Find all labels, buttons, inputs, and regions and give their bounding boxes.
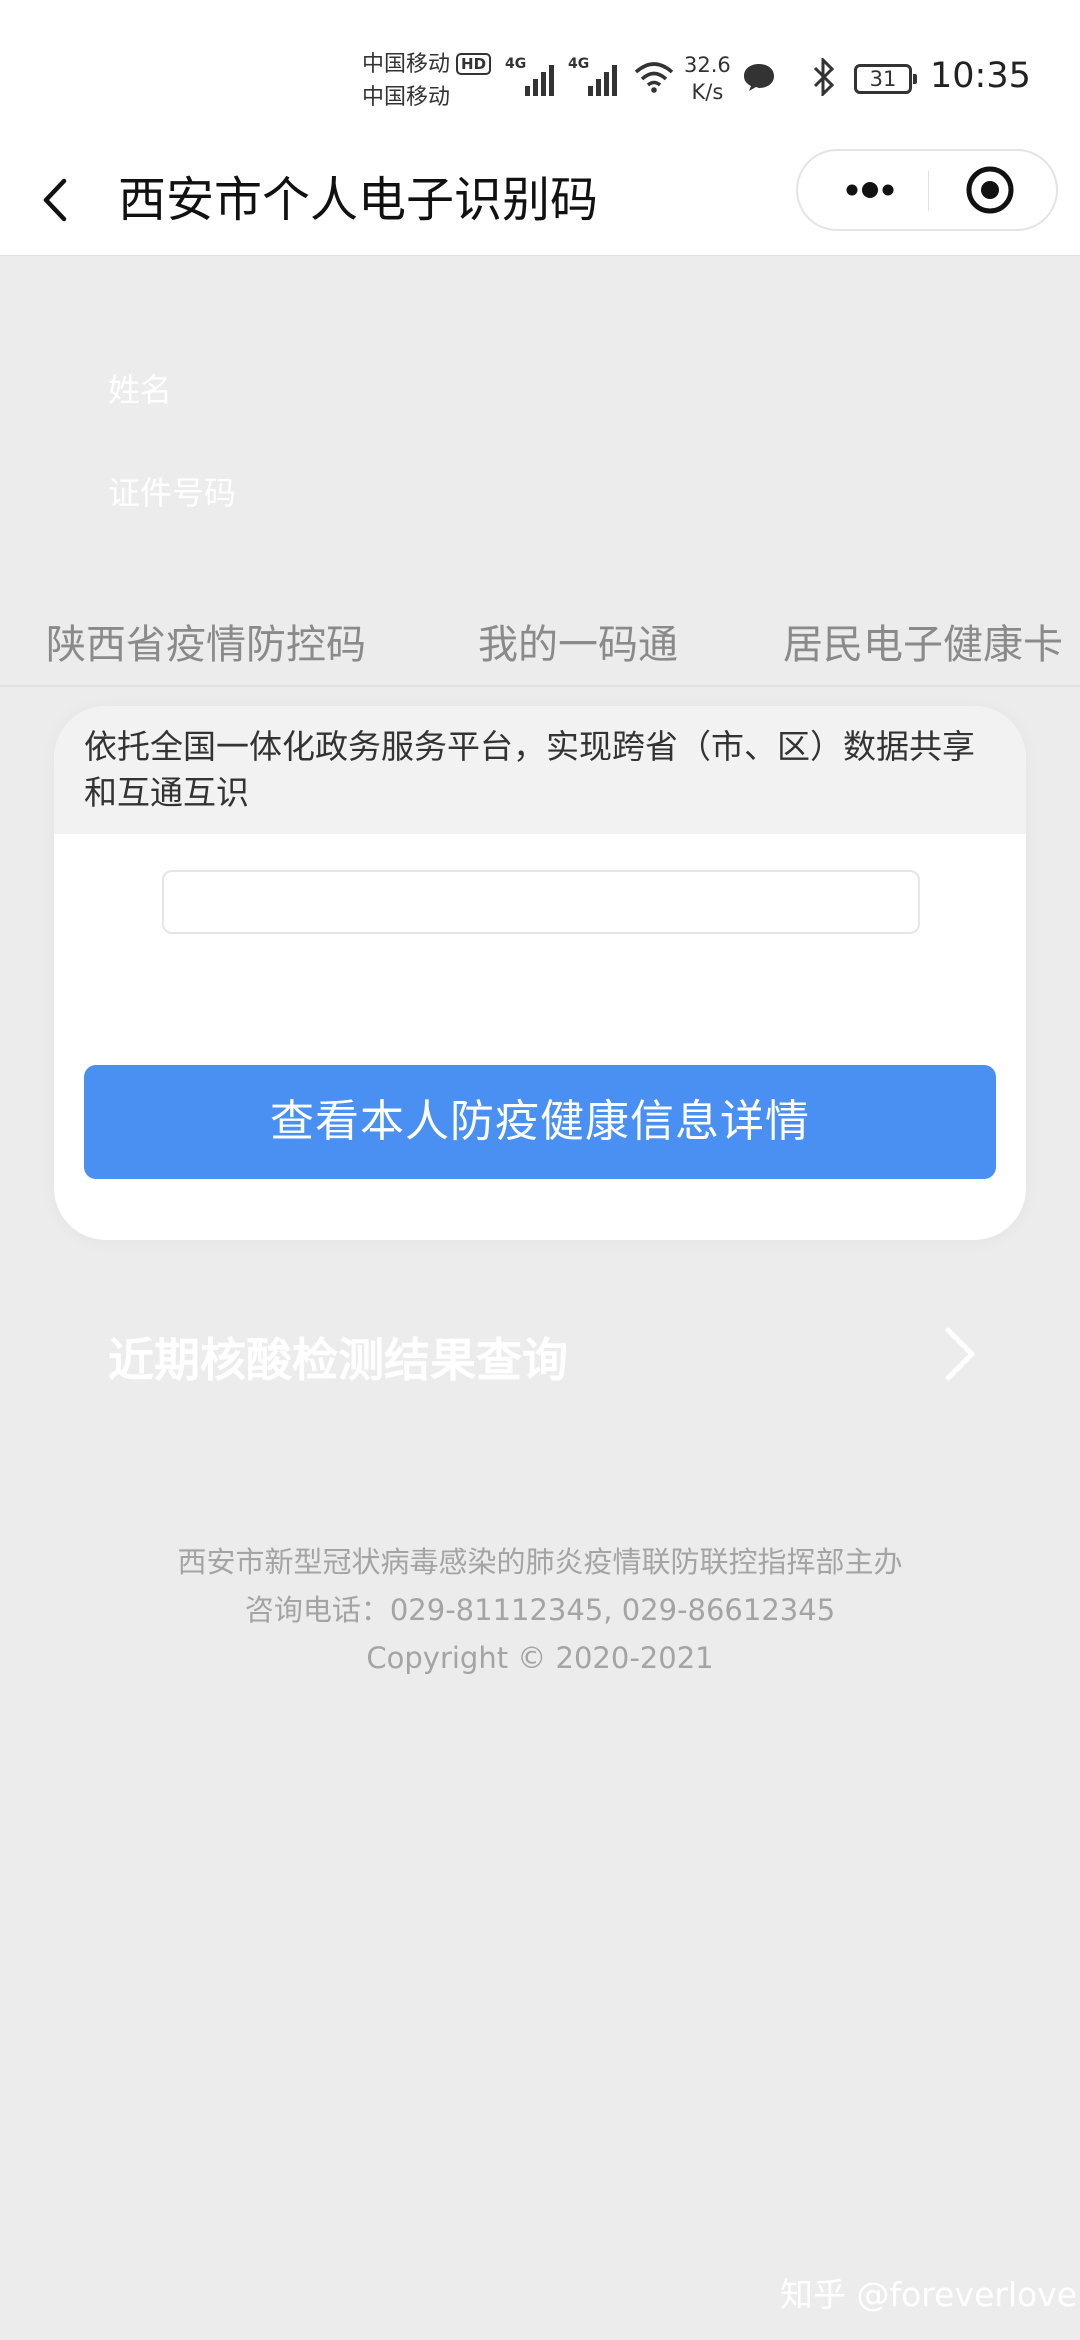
network-speed: 32.6 K/s — [684, 52, 731, 106]
code-display-box — [162, 870, 920, 934]
card-note-text: 依托全国一体化政务服务平台，实现跨省（市、区）数据共享和互通互识 — [84, 727, 975, 812]
wifi-icon — [634, 62, 674, 93]
hd-badge: HD — [456, 53, 492, 75]
carrier-info: 中国移动 HD 中国移动 — [362, 48, 492, 114]
view-health-details-button[interactable]: 查看本人防疫健康信息详情 — [84, 1065, 996, 1179]
code-card: 依托全国一体化政务服务平台，实现跨省（市、区）数据共享和互通互识 查看本人防疫健… — [54, 706, 1026, 1240]
battery-indicator: 31 — [854, 64, 917, 94]
footer-phone: 咨询电话：029-81112345, 029-86612345 — [244, 1593, 836, 1627]
carrier-2: 中国移动 — [362, 85, 451, 110]
tab-health-card[interactable]: 居民电子健康卡 — [783, 612, 1063, 670]
signal-bars-1-icon — [525, 60, 561, 96]
message-icon — [744, 64, 774, 91]
footer-organizer: 西安市新型冠状病毒感染的肺炎疫情联防联控指挥部主办 — [177, 1545, 903, 1579]
signal-bars-2-icon — [588, 60, 624, 96]
back-arrow-icon[interactable] — [36, 175, 76, 225]
app-header: 西安市个人电子识别码 — [0, 145, 1080, 256]
chevron-right-icon — [945, 1327, 975, 1381]
watermark: 知乎 @foreverlove — [780, 2275, 1078, 2314]
speed-unit: K/s — [691, 80, 724, 104]
nucleic-test-query-label: 近期核酸检测结果查询 — [108, 1333, 568, 1387]
card-note: 依托全国一体化政务服务平台，实现跨省（市、区）数据共享和互通互识 — [54, 706, 1026, 834]
code-tabs: 陕西省疫情防控码 我的一码通 居民电子健康卡 — [0, 600, 1080, 687]
status-time: 10:35 — [930, 56, 1031, 96]
footer: 西安市新型冠状病毒感染的肺炎疫情联防联控指挥部主办 咨询电话：029-81112… — [0, 1538, 1080, 1682]
mini-program-capsule — [796, 149, 1058, 231]
tab-shaanxi-code[interactable]: 陕西省疫情防控码 — [46, 612, 366, 670]
nucleic-test-query-row[interactable]: 近期核酸检测结果查询 — [108, 1310, 978, 1400]
name-label: 姓名 — [108, 371, 173, 409]
bluetooth-icon — [813, 58, 835, 96]
network-type-1: 4G — [505, 56, 527, 72]
tab-one-code[interactable]: 我的一码通 — [478, 612, 678, 670]
more-dots-icon[interactable] — [818, 151, 918, 229]
capsule-divider — [928, 171, 929, 211]
status-bar: 中国移动 HD 中国移动 4G 4G 32.6 K/s 31 10:35 — [0, 0, 1080, 145]
carrier-1: 中国移动 — [362, 52, 451, 77]
id-number-label: 证件号码 — [108, 474, 237, 512]
footer-copyright: Copyright © 2020-2021 — [366, 1641, 714, 1675]
target-close-icon[interactable] — [940, 151, 1040, 229]
network-type-2: 4G — [568, 56, 590, 72]
page-title: 西安市个人电子识别码 — [118, 172, 599, 228]
speed-value: 32.6 — [684, 53, 731, 77]
